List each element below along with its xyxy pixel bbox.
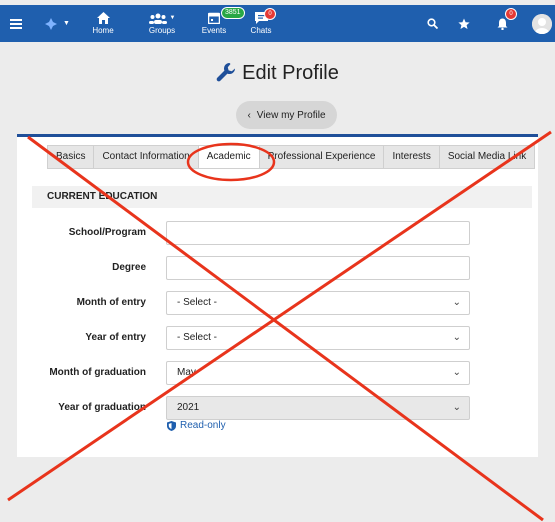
tab-social-media-link[interactable]: Social Media Link: [440, 146, 534, 168]
tab-academic[interactable]: Academic: [198, 146, 260, 168]
year-entry-label: Year of entry: [85, 332, 146, 343]
month-entry-select[interactable]: - Select - ⌄: [166, 291, 470, 315]
nav-item-chats[interactable]: 0 Chats: [248, 5, 276, 42]
school-label: School/Program: [68, 227, 146, 238]
month-graduation-value: May: [177, 367, 196, 378]
year-entry-select[interactable]: - Select - ⌄: [166, 326, 470, 350]
star-icon: [458, 18, 470, 29]
chevron-left-icon: ‹: [247, 109, 251, 121]
favorites-button[interactable]: [457, 5, 471, 42]
search-button[interactable]: [425, 5, 439, 42]
year-graduation-label: Year of graduation: [58, 402, 146, 413]
user-avatar[interactable]: [532, 14, 552, 34]
app-switcher[interactable]: ▼: [40, 5, 74, 42]
chevron-down-icon: ⌄: [452, 402, 461, 413]
degree-label: Degree: [112, 262, 146, 273]
nav-label-groups: Groups: [148, 25, 176, 35]
month-graduation-select[interactable]: May ⌄: [166, 361, 470, 385]
form-row-year-graduation: Year of graduation 2021 ⌄: [17, 396, 538, 420]
chevron-down-icon: ⌄: [452, 367, 461, 378]
form-row-year-entry: Year of entry - Select - ⌄: [17, 326, 538, 350]
groups-icon: [148, 13, 167, 24]
shield-icon: [167, 420, 176, 431]
search-icon: [426, 18, 438, 29]
chevron-down-icon: ⌄: [452, 297, 461, 308]
home-icon: [96, 12, 110, 24]
nav-label-events: Events: [201, 26, 227, 35]
form-row-degree: Degree: [17, 256, 538, 280]
notifications-button[interactable]: 0: [495, 5, 517, 42]
page-title-text: Edit Profile: [242, 62, 339, 84]
chats-badge: 0: [264, 8, 276, 20]
month-entry-label: Month of entry: [76, 297, 146, 308]
view-profile-label: View my Profile: [256, 109, 326, 121]
bell-icon: [497, 18, 507, 30]
app-logo-icon: [45, 17, 58, 30]
tab-basics[interactable]: Basics: [48, 146, 95, 168]
readonly-label: Read-only: [180, 420, 226, 431]
notifications-badge: 0: [505, 8, 517, 20]
chevron-down-icon: ▼: [63, 20, 70, 27]
calendar-icon: [208, 12, 220, 24]
tab-professional-experience[interactable]: Professional Experience: [260, 146, 385, 168]
nav-item-groups[interactable]: ▼ Groups: [142, 5, 182, 42]
month-entry-value: - Select -: [177, 297, 218, 308]
degree-input[interactable]: [166, 256, 470, 280]
readonly-note: Read-only: [167, 420, 226, 431]
hamburger-menu-icon[interactable]: [8, 5, 24, 42]
form-row-month-graduation: Month of graduation May ⌄: [17, 361, 538, 385]
profile-tabs: Basics Contact Information Academic Prof…: [47, 145, 536, 169]
edit-profile-card: Basics Contact Information Academic Prof…: [17, 134, 538, 457]
tab-contact-information[interactable]: Contact Information: [94, 146, 199, 168]
nav-label-chats: Chats: [250, 26, 272, 35]
year-graduation-value: 2021: [177, 402, 200, 413]
wrench-icon: [216, 62, 236, 88]
events-count-badge: 3851: [221, 7, 245, 19]
tab-interests[interactable]: Interests: [384, 146, 440, 168]
nav-item-events[interactable]: 3851 Events: [200, 5, 245, 42]
chevron-down-icon: ⌄: [452, 332, 461, 343]
nav-item-home[interactable]: Home: [91, 5, 115, 42]
month-graduation-label: Month of graduation: [49, 367, 146, 378]
year-entry-value: - Select -: [177, 332, 218, 343]
school-input[interactable]: [166, 221, 470, 245]
page-title: Edit Profile: [0, 62, 555, 88]
year-graduation-select: 2021 ⌄: [166, 396, 470, 420]
chevron-down-icon: ▼: [169, 15, 176, 21]
form-row-month-entry: Month of entry - Select - ⌄: [17, 291, 538, 315]
form-row-school: School/Program: [17, 221, 538, 245]
avatar-icon: [532, 14, 552, 34]
top-navigation-bar: ▼ Home ▼ Groups 3851 Events 0 Chats 0: [0, 5, 555, 42]
view-profile-button[interactable]: ‹ View my Profile: [236, 101, 337, 129]
nav-label-home: Home: [92, 26, 114, 35]
section-header-current-education: CURRENT EDUCATION: [32, 186, 532, 208]
